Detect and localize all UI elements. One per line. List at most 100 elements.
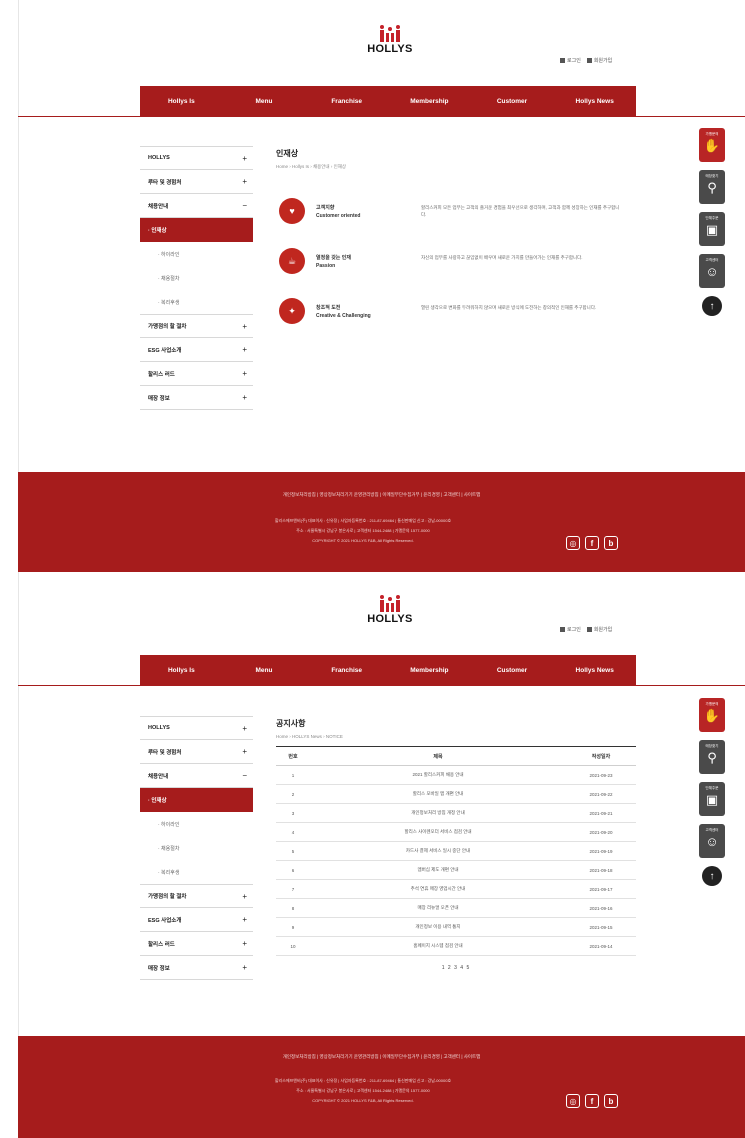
side-menu-store-info[interactable]: 매장 정보 + [140, 956, 253, 980]
quick-franchise-button[interactable]: 가맹문의 ✋ [699, 128, 725, 162]
quick-menu: 가맹문의 ✋ 매장찾기 ⚲ 단체주문 ▣ 고객센터 ☺ ↑ [699, 128, 725, 316]
scroll-top-icon[interactable]: ↑ [702, 866, 722, 886]
row-title[interactable]: 매장 리뉴얼 오픈 안내 [310, 898, 566, 918]
side-submenu-highline[interactable]: · 하이라인 [140, 812, 253, 836]
side-menu-hollys[interactable]: HOLLYS + [140, 716, 253, 740]
side-menu-hollys-lead[interactable]: 할리스 러드 + [140, 932, 253, 956]
table-row[interactable]: 8 매장 리뉴얼 오픈 안내 2021-09-16 [276, 898, 636, 918]
copyright: COPYRIGHT © 2021 HOLLYS F&B, All Rights … [312, 538, 414, 543]
hollys-logo[interactable]: HOLLYS [360, 594, 420, 625]
table-row[interactable]: 3 개인정보처리 방침 개정 안내 2021-09-21 [276, 803, 636, 823]
nav-hollys-news[interactable]: Hollys News [553, 667, 636, 674]
pagination[interactable]: 1 2 3 4 5 [276, 965, 636, 971]
side-menu-label: 가맹점의 할 절차 [148, 894, 187, 900]
quick-franchise-button[interactable]: 가맹문의 ✋ [699, 698, 725, 732]
nav-hollys-is[interactable]: Hollys Is [140, 98, 223, 105]
talent-name: 창조적 도전 Creative & Challenging [316, 304, 371, 320]
row-title[interactable]: 할리스 사이렌오더 서비스 점검 안내 [310, 822, 566, 842]
instagram-icon[interactable]: ◎ [566, 536, 580, 550]
side-menu-talent[interactable]: · 인재상 [140, 218, 253, 242]
side-submenu-process[interactable]: · 채용절차 [140, 266, 253, 290]
row-title[interactable]: 멤버십 제도 개편 안내 [310, 860, 566, 880]
nav-customer[interactable]: Customer [471, 98, 554, 105]
login-link[interactable]: 로그인 [560, 626, 581, 633]
talent-name-ko: 열정을 갖는 인재 [316, 255, 351, 261]
plus-icon: + [242, 153, 247, 163]
side-menu-recruit[interactable]: 채용안내 − [140, 194, 253, 218]
lightbulb-icon: ✦ [279, 298, 305, 324]
nav-franchise[interactable]: Franchise [305, 98, 388, 105]
instagram-icon[interactable]: ◎ [566, 1094, 580, 1108]
plus-icon: + [242, 393, 247, 402]
quick-customer-center-button[interactable]: 고객센터 ☺ [699, 254, 725, 288]
blog-icon[interactable]: b [604, 1094, 618, 1108]
side-menu-franchise[interactable]: 가맹점의 할 절차 + [140, 314, 253, 338]
facebook-icon[interactable]: f [585, 1094, 599, 1108]
quick-store-search-button[interactable]: 매장찾기 ⚲ [699, 740, 725, 774]
blog-icon[interactable]: b [604, 536, 618, 550]
table-row[interactable]: 6 멤버십 제도 개편 안내 2021-09-18 [276, 860, 636, 880]
nav-customer[interactable]: Customer [471, 667, 554, 674]
company-info: 할리스에프앤비(주) 대표이사 : 신유정 | 사업자등록번호 : 211-87… [274, 518, 452, 523]
side-menu-franchise[interactable]: 가맹점의 할 절차 + [140, 884, 253, 908]
row-title[interactable]: 개인정보처리 방침 개정 안내 [310, 803, 566, 823]
column-date: 작성일자 [566, 746, 636, 766]
quick-group-order-button[interactable]: 단체주문 ▣ [699, 212, 725, 246]
side-menu-hollys[interactable]: HOLLYS + [140, 146, 253, 170]
row-date: 2021-09-18 [566, 860, 636, 880]
nav-hollys-news[interactable]: Hollys News [553, 98, 636, 105]
row-title[interactable]: 할리스 모바일 앱 개편 안내 [310, 784, 566, 804]
side-menu-label: 루타 및 경험처 [148, 179, 182, 186]
footer-links[interactable]: 개인정보처리방침 | 영상정보처리기기 운영관리방침 | 이메일무단수집거부 |… [18, 492, 745, 498]
row-title[interactable]: 카드사 결제 서비스 일시 중단 안내 [310, 841, 566, 861]
side-submenu-highline[interactable]: · 하이라인 [140, 242, 253, 266]
plus-icon: + [242, 747, 247, 756]
footer-links[interactable]: 개인정보처리방침 | 영상정보처리기기 운영관리방침 | 이메일무단수집거부 |… [18, 1054, 745, 1060]
quick-customer-center-button[interactable]: 고객센터 ☺ [699, 824, 725, 858]
login-link[interactable]: 로그인 [560, 57, 581, 64]
row-title[interactable]: 개인정보 이용 내역 통지 [310, 917, 566, 937]
coffee-icon: ☕ [279, 248, 305, 274]
row-title[interactable]: 추석 연휴 매장 영업시간 안내 [310, 879, 566, 899]
nav-menu[interactable]: Menu [223, 667, 306, 674]
table-row[interactable]: 2 할리스 모바일 앱 개편 안내 2021-09-22 [276, 784, 636, 804]
facebook-icon[interactable]: f [585, 536, 599, 550]
table-header: 번호 제목 작성일자 [276, 746, 636, 766]
breadcrumb: Home › HOLLYS News › NOTICE [276, 734, 343, 739]
hollys-logo[interactable]: HOLLYS [360, 24, 420, 55]
table-row[interactable]: 10 홈페이지 시스템 점검 안내 2021-09-14 [276, 936, 636, 956]
quick-group-order-button[interactable]: 단체주문 ▣ [699, 782, 725, 816]
row-title[interactable]: 홈페이지 시스템 점검 안내 [310, 936, 566, 956]
row-title[interactable]: 2021 할리스커피 채용 안내 [310, 765, 566, 785]
nav-franchise[interactable]: Franchise [305, 667, 388, 674]
join-link[interactable]: 회원가입 [586, 57, 612, 64]
table-row[interactable]: 5 카드사 결제 서비스 일시 중단 안내 2021-09-19 [276, 841, 636, 861]
notice-table: 번호 제목 작성일자 1 2021 할리스커피 채용 안내 2021-09-23 2… [276, 746, 636, 956]
side-menu-talent[interactable]: · 인재상 [140, 788, 253, 812]
side-menu-label: · 인재상 [148, 798, 167, 804]
side-menu-esg[interactable]: ESG 사업소개 + [140, 908, 253, 932]
join-link[interactable]: 회원가입 [586, 626, 612, 633]
side-menu-label: 매장 정보 [148, 395, 170, 402]
nav-underline [18, 685, 745, 686]
side-submenu-welfare[interactable]: · 복리후생 [140, 860, 253, 884]
table-row[interactable]: 9 개인정보 이용 내역 통지 2021-09-15 [276, 917, 636, 937]
table-row[interactable]: 4 할리스 사이렌오더 서비스 점검 안내 2021-09-20 [276, 822, 636, 842]
side-menu-esg[interactable]: ESG 사업소개 + [140, 338, 253, 362]
talent-name-en: Creative & Challenging [316, 313, 371, 319]
nav-membership[interactable]: Membership [388, 667, 471, 674]
side-menu-recruit[interactable]: 채용안내 − [140, 764, 253, 788]
nav-membership[interactable]: Membership [388, 98, 471, 105]
side-submenu-welfare[interactable]: · 복리후생 [140, 290, 253, 314]
nav-menu[interactable]: Menu [223, 98, 306, 105]
side-menu-history[interactable]: 루타 및 경험처 + [140, 740, 253, 764]
quick-store-search-button[interactable]: 매장찾기 ⚲ [699, 170, 725, 204]
side-menu-store-info[interactable]: 매장 정보 + [140, 386, 253, 410]
scroll-top-icon[interactable]: ↑ [702, 296, 722, 316]
table-row[interactable]: 7 추석 연휴 매장 영업시간 안내 2021-09-17 [276, 879, 636, 899]
side-submenu-process[interactable]: · 채용절차 [140, 836, 253, 860]
table-row[interactable]: 1 2021 할리스커피 채용 안내 2021-09-23 [276, 765, 636, 785]
nav-hollys-is[interactable]: Hollys Is [140, 667, 223, 674]
side-menu-hollys-lead[interactable]: 할리스 러드 + [140, 362, 253, 386]
side-menu-history[interactable]: 루타 및 경험처 + [140, 170, 253, 194]
